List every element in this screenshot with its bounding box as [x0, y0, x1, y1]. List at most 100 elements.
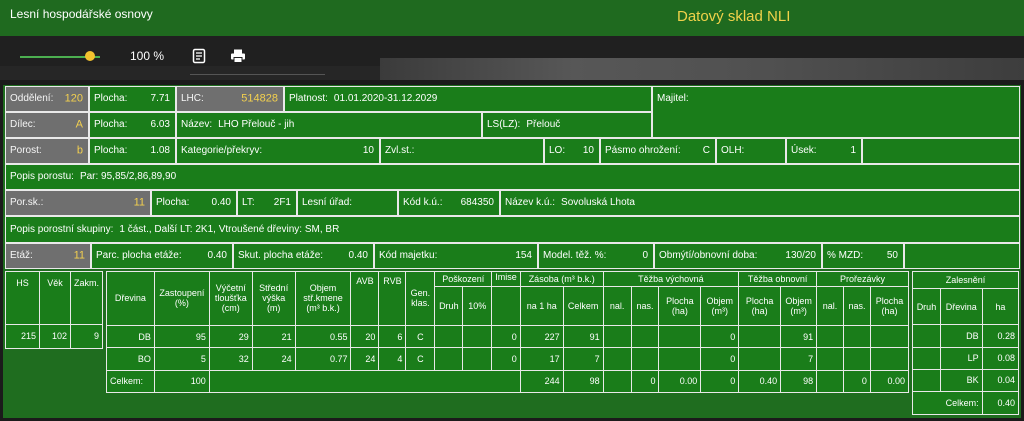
column-header: Celkem: [562, 286, 604, 326]
total-to-objem: 98: [780, 369, 818, 394]
column-header: RVB: [378, 271, 407, 326]
field-kod-majetku: Kód majetku: 154: [374, 243, 538, 269]
column-header: Zásoba (m³ b.k.): [519, 270, 604, 288]
total-tv-plocha: 0.00: [658, 369, 702, 394]
ha-cell: 0.04: [981, 368, 1020, 392]
pr-nas-cell: [842, 347, 871, 371]
column-header: Těžba výchovná: [602, 270, 740, 288]
tv-objem-cell: 0: [700, 347, 740, 371]
print-icon[interactable]: [230, 48, 246, 64]
avb-cell: 24: [350, 347, 380, 371]
field-pasmo-ohrozeni: Pásmo ohrožení: C: [600, 138, 716, 164]
total-pr-nal: [816, 369, 844, 394]
druh-cell: [912, 324, 941, 348]
app-header: Lesní hospodářské osnovy Datový sklad NL…: [0, 0, 1024, 36]
table-subheader-row: Druh Dřevina ha: [912, 288, 1020, 326]
column-header: ha: [981, 288, 1020, 326]
to-plocha-cell: [738, 347, 782, 371]
ha-cell: 0.08: [981, 346, 1020, 370]
zalesneni-title: Zalesnění: [912, 270, 1019, 290]
timber-table: Dřevina Zastoupení (%) Výčetní tloušťka …: [106, 270, 910, 394]
pr-nas-cell: [842, 324, 871, 349]
zasoba-ha-cell: 227: [519, 324, 564, 349]
column-header: Gen. klas.: [405, 271, 436, 326]
column-header: nal.: [602, 286, 632, 326]
rvb-cell: 4: [378, 347, 407, 371]
field-etaz: Etáž: 11: [5, 243, 91, 269]
toolbar-divider: [190, 74, 325, 75]
column-header: nas.: [842, 286, 871, 326]
column-header: Střední výška (m): [251, 271, 296, 326]
field-skut-plocha: Skut. plocha etáže: 0.40: [233, 243, 374, 269]
field-kod-ku: Kód k.ú.: 684350: [398, 190, 500, 216]
total-empty: [208, 369, 521, 394]
notes-icon[interactable]: [191, 48, 207, 64]
column-header: Plocha (ha): [658, 286, 702, 326]
total-tv-nal: [602, 369, 632, 394]
field-por-sk: Por.sk.: 11: [5, 190, 151, 216]
drevina-cell: LP: [939, 346, 983, 370]
zoom-slider-handle[interactable]: [85, 51, 95, 61]
map-background: [0, 66, 380, 80]
field-usek: Úsek: 1: [786, 138, 862, 164]
table-row: DB 95 29 21 0.55 20 6 C 0 227 91 0 91: [106, 324, 910, 349]
column-header: Zastoupení (%): [153, 271, 210, 326]
drevina-cell: DB: [106, 324, 155, 349]
table-header-row: Zalesnění: [912, 270, 1019, 290]
table-row: BO 5 32 24 0.77 24 4 C 0 17 7 0 7: [106, 347, 910, 371]
field-platnost: Platnost: 01.01.2020-31.12.2029: [284, 86, 652, 112]
vyska-cell: 21: [251, 324, 296, 349]
objem-cell: 0.77: [294, 347, 352, 371]
field-nazev: Název: LHO Přelouč - jih: [176, 112, 482, 138]
pr-nal-cell: [816, 347, 844, 371]
zastoupeni-cell: 95: [153, 324, 210, 349]
column-header: Prořezávky: [816, 270, 909, 288]
zoom-level: 100 %: [130, 49, 165, 63]
vek-value: 102: [39, 323, 71, 350]
column-header: nas.: [630, 286, 660, 326]
app-title: Lesní hospodářské osnovy: [10, 7, 153, 21]
column-header: Imise: [491, 270, 521, 288]
map-background-strip: [380, 58, 1024, 80]
column-header: HS: [4, 271, 41, 325]
column-header: nal.: [816, 286, 844, 326]
table-row: LP 0.08: [912, 346, 1020, 370]
tv-nas-cell: [630, 347, 660, 371]
druh-cell: [434, 347, 464, 371]
field-lt: LT: 2F1: [237, 190, 297, 216]
tv-nal-cell: [602, 324, 632, 349]
page-title: Datový sklad NLI: [677, 8, 791, 25]
column-header: Dřevina: [939, 288, 983, 326]
imise-cell: 0: [491, 347, 521, 371]
field-mzd: % MZD: 50: [822, 243, 904, 269]
field-parc-plocha: Parc. plocha etáže: 0.40: [91, 243, 233, 269]
total-label: Celkem:: [912, 390, 983, 416]
column-header: Těžba obnovní: [738, 270, 818, 288]
field-zvl-st: Zvl.st.:: [380, 138, 544, 164]
field-empty-2: [904, 243, 1020, 269]
total-tv-objem: 0: [700, 369, 740, 394]
field-nazev-ku: Název k.ú.: Sovoluská Lhota: [500, 190, 1020, 216]
avb-cell: 20: [350, 324, 380, 349]
field-oddeleni: Oddělení: 120: [5, 86, 89, 112]
field-plocha-1: Plocha: 7.71: [89, 86, 176, 112]
table-header-row: HS Věk Zakm.: [4, 271, 104, 325]
table-row: BK 0.04: [912, 368, 1020, 392]
column-header: Poškození: [434, 270, 493, 288]
field-plocha-2: Plocha: 6.03: [89, 112, 176, 138]
objem-cell: 0.55: [294, 324, 352, 349]
imise-cell: 0: [491, 324, 521, 349]
zakm-value: 9: [69, 323, 104, 350]
hs-table: HS Věk Zakm. 215 102 9: [4, 271, 104, 350]
field-obmyti: Obmýtí/obnovní doba: 130/20: [654, 243, 822, 269]
column-header: AVB: [350, 271, 380, 326]
table-total-row: Celkem: 0.40: [912, 390, 1020, 416]
column-header: 10%: [462, 286, 493, 326]
field-kategorie: Kategorie/překryv: 10: [176, 138, 380, 164]
pr-plocha-cell: [869, 347, 910, 371]
column-header: Věk: [39, 271, 71, 325]
field-popis-skupiny: Popis porostní skupiny: 1 část., Další LT…: [5, 216, 1020, 243]
total-ha: 0.40: [981, 390, 1020, 416]
column-header: Druh: [434, 286, 464, 326]
column-header: Objem (m³): [780, 286, 818, 326]
